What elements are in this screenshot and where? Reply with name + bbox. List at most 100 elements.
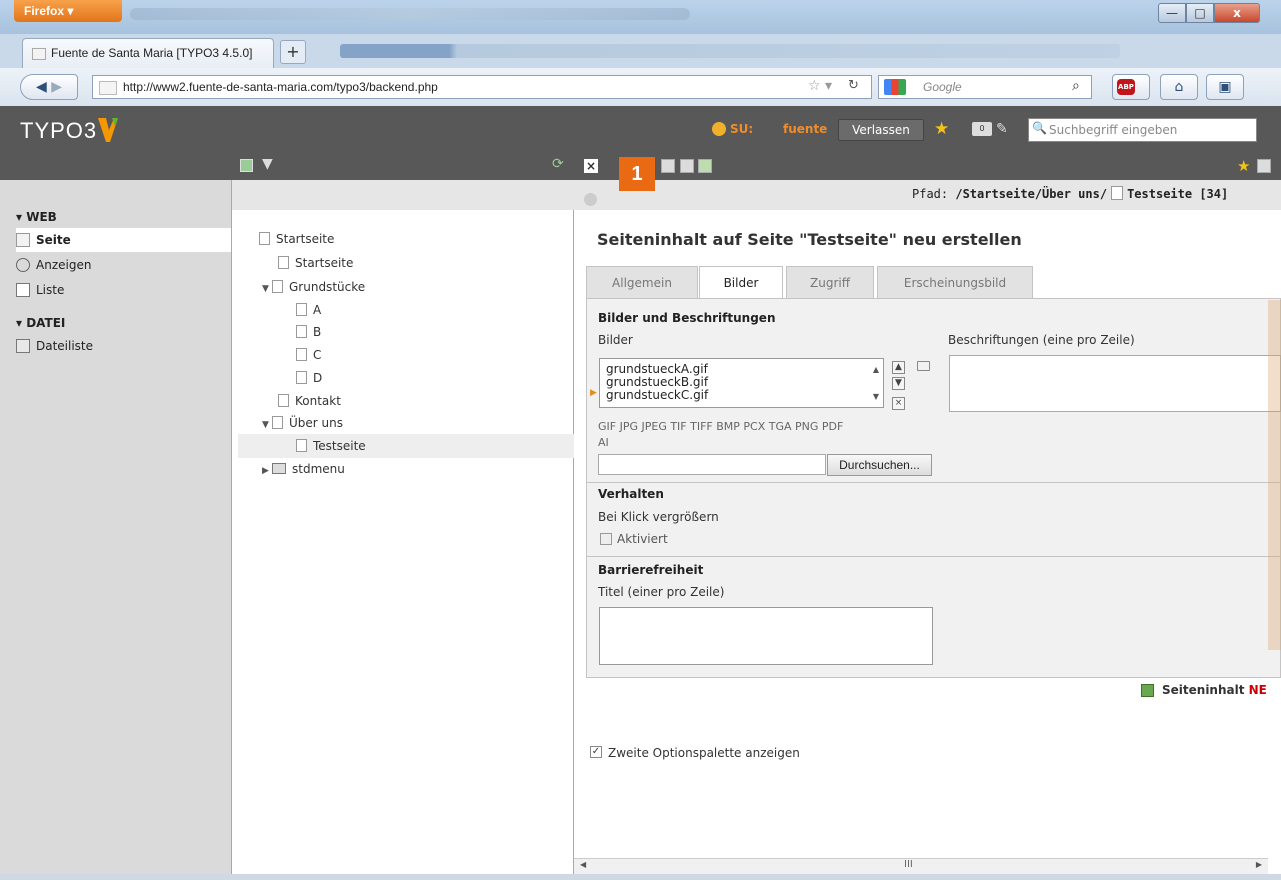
scroll-right-icon[interactable]: ▶ xyxy=(1256,860,1262,869)
google-engine-icon[interactable] xyxy=(884,79,906,95)
page-icon xyxy=(1111,186,1124,200)
image-list-item[interactable]: grundstueckC.gif xyxy=(606,389,877,402)
page-icon xyxy=(296,371,307,384)
browse-button[interactable]: Durchsuchen... xyxy=(827,454,932,476)
page-favicon-icon xyxy=(32,48,46,60)
annotation-marker: 1 xyxy=(619,157,655,191)
tree-node[interactable]: Kontakt xyxy=(278,390,341,412)
open-new-window-icon[interactable] xyxy=(1257,159,1271,173)
tree-node[interactable]: ▼ Über uns xyxy=(262,412,343,434)
path-page: Testseite [34] xyxy=(1127,187,1229,201)
scroll-grip[interactable]: III xyxy=(904,859,913,870)
page-icon xyxy=(296,348,307,361)
close-window-button[interactable]: x xyxy=(1214,3,1260,23)
module-item-anzeigen[interactable]: Anzeigen xyxy=(16,253,231,277)
web-search-input[interactable]: Google xyxy=(878,75,1092,99)
titles-textarea[interactable] xyxy=(599,607,933,665)
move-up-icon[interactable]: ▲ xyxy=(892,361,905,374)
tree-node-label: Über uns xyxy=(289,416,343,430)
module-item-seite[interactable]: Seite xyxy=(16,228,231,252)
module-item-label: Dateiliste xyxy=(36,339,94,353)
refresh-icon[interactable]: ⟳ xyxy=(552,156,564,172)
back-forward-button[interactable]: ◀ ▶ xyxy=(20,74,78,100)
list-scroll-down-icon[interactable]: ▼ xyxy=(873,390,879,403)
tree-node-selected[interactable]: Testseite xyxy=(296,435,366,457)
typo3-logo[interactable]: TYPO3 xyxy=(20,118,97,144)
close-icon[interactable]: × xyxy=(584,159,598,173)
move-down-icon[interactable]: ▼ xyxy=(892,377,905,390)
tab-erscheinungsbild[interactable]: Erscheinungsbild xyxy=(877,266,1033,298)
tree-node-label: Startseite xyxy=(276,232,335,246)
file-upload-input[interactable] xyxy=(598,454,826,475)
horizontal-scrollbar[interactable]: ◀ III ▶ xyxy=(574,858,1268,874)
workspace-edit-icon[interactable]: ✎ xyxy=(996,121,1008,137)
section-divider xyxy=(587,556,1281,557)
module-item-dateiliste[interactable]: Dateiliste xyxy=(16,334,231,358)
second-options-checkbox[interactable]: ✓ xyxy=(590,746,602,758)
activated-checkbox[interactable] xyxy=(600,533,612,545)
module-section-web[interactable]: ▾ WEB xyxy=(16,210,57,224)
maximize-button[interactable]: □ xyxy=(1186,3,1214,23)
url-bar[interactable]: http://www2.fuente-de-santa-maria.com/ty… xyxy=(92,75,872,99)
scroll-left-icon[interactable]: ◀ xyxy=(580,860,586,869)
bookmarks-button[interactable]: ▣ xyxy=(1206,74,1244,100)
tree-node-root[interactable]: Startseite xyxy=(259,228,334,250)
tree-node[interactable]: A xyxy=(296,299,321,321)
expand-toggle-icon[interactable]: ▼ xyxy=(262,414,272,436)
tab-allgemein[interactable]: Allgemein xyxy=(586,266,698,298)
section-heading: Barrierefreiheit xyxy=(598,563,704,577)
page-edit-icon xyxy=(16,233,30,247)
typo3-search-input[interactable]: Suchbegriff eingeben xyxy=(1028,118,1257,142)
user-icon xyxy=(712,122,726,136)
opendocs-icon[interactable]: 0 xyxy=(972,122,992,136)
search-icon: 🔍 xyxy=(1032,121,1047,135)
search-icon[interactable]: ⌕ xyxy=(1072,78,1080,94)
save-icon[interactable] xyxy=(661,159,675,173)
bookmark-star-icon[interactable]: ★ xyxy=(934,119,949,139)
help-icon[interactable] xyxy=(584,193,597,206)
firefox-menu-button[interactable]: Firefox ▾ xyxy=(14,0,122,22)
new-tab-button[interactable]: + xyxy=(280,40,306,64)
minimize-button[interactable]: — xyxy=(1158,3,1186,23)
tree-node[interactable]: D xyxy=(296,367,322,389)
browser-tab-active[interactable]: Fuente de Santa Maria [TYPO3 4.5.0] xyxy=(22,38,274,68)
save-new-icon[interactable] xyxy=(698,159,712,173)
shortcut-star-icon[interactable]: ★ xyxy=(1237,157,1250,175)
reload-icon[interactable]: ↻ xyxy=(848,78,859,93)
tree-node[interactable]: ▶ stdmenu xyxy=(262,458,345,480)
tree-node-label: Grundstücke xyxy=(289,280,366,294)
tree-node[interactable]: Startseite xyxy=(278,252,353,274)
captions-textarea[interactable] xyxy=(949,355,1281,412)
images-list[interactable]: grundstueckA.gif grundstueckB.gif grunds… xyxy=(599,358,884,408)
module-item-liste[interactable]: Liste xyxy=(16,278,231,302)
folder-browse-icon[interactable] xyxy=(917,361,930,371)
tab-bilder[interactable]: Bilder xyxy=(699,266,783,300)
bookmarks-icon: ▣ xyxy=(1218,79,1232,95)
logout-button[interactable]: Verlassen xyxy=(838,119,924,141)
switch-user-prefix: SU: xyxy=(730,122,754,136)
list-scroll-up-icon[interactable]: ▲ xyxy=(873,363,879,376)
tree-node[interactable]: C xyxy=(296,344,321,366)
save-close-icon[interactable] xyxy=(680,159,694,173)
required-marker-icon: ▶ xyxy=(590,388,597,398)
content-element-type: Seiteninhalt NE xyxy=(1162,683,1267,697)
filter-icon[interactable]: ▼ xyxy=(262,156,273,172)
expand-toggle-icon[interactable]: ▼ xyxy=(262,278,272,300)
collapse-toggle-icon[interactable]: ▶ xyxy=(262,460,272,482)
current-user[interactable]: fuente xyxy=(783,122,827,136)
tree-node[interactable]: ▼ Grundstücke xyxy=(262,276,365,298)
tree-node[interactable]: B xyxy=(296,321,321,343)
path-value: /Startseite/Über uns/ xyxy=(955,187,1108,201)
home-button[interactable]: ⌂ xyxy=(1160,74,1198,100)
module-section-datei[interactable]: ▾ DATEI xyxy=(16,316,65,330)
adblock-icon: ABP xyxy=(1117,79,1135,95)
bookmarks-blurred xyxy=(340,44,1120,58)
folder-icon xyxy=(272,463,286,474)
tab-zugriff[interactable]: Zugriff xyxy=(786,266,874,298)
bookmark-star-icon[interactable]: ☆ ▾ xyxy=(808,78,832,94)
page-title: Seiteninhalt auf Seite "Testseite" neu e… xyxy=(597,230,1022,249)
new-page-icon[interactable] xyxy=(240,159,253,172)
remove-icon[interactable]: × xyxy=(892,397,905,410)
field-label: Bei Klick vergrößern xyxy=(598,510,719,524)
shortcut-page-icon xyxy=(278,256,289,269)
